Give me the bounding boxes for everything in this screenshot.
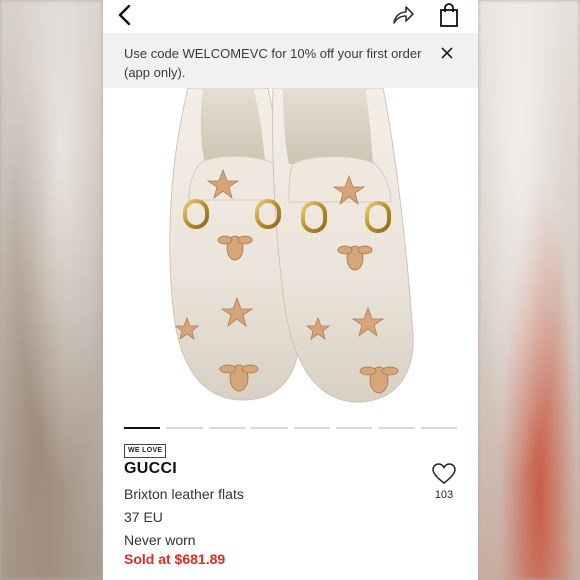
blurred-background-right [478, 0, 580, 580]
loafers-image [103, 88, 478, 416]
like-count: 103 [434, 489, 454, 501]
shopping-bag-icon [440, 3, 458, 27]
product-size: 37 EU [124, 509, 163, 525]
carousel-dot[interactable] [124, 427, 161, 429]
we-love-badge: WE LOVE [124, 444, 167, 458]
carousel-dot[interactable] [166, 427, 203, 429]
heart-icon [432, 463, 456, 484]
share-arrow-icon [393, 6, 414, 24]
product-condition: Never worn [124, 532, 196, 548]
like-button[interactable] [429, 461, 459, 487]
chevron-left-icon [118, 4, 131, 26]
carousel-dot[interactable] [335, 427, 373, 429]
carousel-dot[interactable] [251, 427, 288, 429]
close-icon [441, 47, 453, 59]
blurred-background-left [0, 0, 103, 580]
back-button[interactable] [111, 1, 139, 29]
app-screen: Use code WELCOMEVC for 10% off your firs… [103, 0, 478, 580]
promo-close-button[interactable] [435, 41, 459, 65]
product-title: Brixton leather flats [124, 486, 244, 502]
product-photo[interactable] [103, 88, 478, 416]
carousel-dot[interactable] [420, 427, 457, 429]
carousel-dot[interactable] [378, 427, 415, 429]
shopping-bag-button[interactable] [435, 0, 463, 30]
photo-carousel-indicator [124, 427, 457, 429]
top-navigation-bar [103, 0, 478, 32]
sold-price: Sold at $681.89 [124, 551, 226, 567]
share-button[interactable] [389, 1, 417, 29]
promo-text: Use code WELCOMEVC for 10% off your firs… [124, 46, 422, 80]
brand-name[interactable]: GUCCI [124, 460, 177, 478]
promo-banner: Use code WELCOMEVC for 10% off your firs… [103, 33, 478, 88]
carousel-dot[interactable] [208, 427, 246, 429]
carousel-dot[interactable] [293, 427, 330, 429]
